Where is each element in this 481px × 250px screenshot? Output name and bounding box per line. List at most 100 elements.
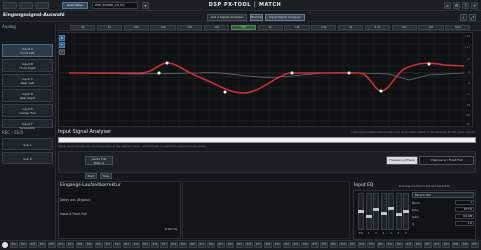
close-icon[interactable]: ✕ [471,2,478,9]
eq-row-value[interactable]: 63 Hz [455,207,474,212]
bottom-bar-cell[interactable]: B29 [273,242,282,248]
bottom-bar-cell[interactable]: B17 [160,242,169,248]
bottom-bar-cell[interactable]: B28 [263,242,272,248]
channel-cell[interactable]: 1k [257,25,283,30]
bottom-bar-cell[interactable]: B19 [179,242,188,248]
bottom-bar-cell[interactable]: B47 [442,242,451,248]
channel-cell[interactable]: 160 [150,25,176,30]
bottom-bar-cell[interactable]: B36 [339,242,347,248]
channel-cell[interactable]: 40 [70,25,96,30]
eq-row-value[interactable]: 0.0 dB [455,214,474,219]
zoom-in-icon[interactable]: + [59,42,65,48]
eq-fader[interactable] [365,193,372,230]
bottom-bar-cell[interactable]: B32 [301,242,310,248]
sidebar-item-input-f[interactable]: Input F Subwoofer [2,119,53,130]
channel-select[interactable]: Channel A / Front Full [419,156,474,165]
dropdown-icon[interactable]: ▾ [142,2,149,9]
eq-curve-svg[interactable] [59,33,474,128]
bottom-bar-cell[interactable]: B01 [10,242,18,248]
bottom-bar-cell[interactable]: B26 [245,242,253,248]
bottom-bar-cell[interactable]: B30 [282,242,291,248]
channel-cell[interactable]: 1.6k [284,25,310,30]
bottom-bar-cell[interactable]: B25 [235,242,244,248]
bottom-bar-cell[interactable]: B18 [169,242,178,248]
bottom-bar-cell[interactable]: B40 [376,242,385,248]
fader-knob[interactable] [395,213,402,217]
eq-fader[interactable] [358,193,364,230]
bottom-bar-cell[interactable]: B07 [66,242,75,248]
bottom-bar-cell[interactable]: B37 [348,242,357,248]
sidebar-item-input-c[interactable]: Input C Rear Left [2,74,53,87]
bottom-bar-cell[interactable]: B48 [451,242,460,248]
fader-knob[interactable] [380,211,387,215]
bottom-bar-cell[interactable]: B02 [19,242,28,248]
eq-fader[interactable] [380,193,387,230]
channel-cell[interactable]: 6.3k [364,25,391,30]
out-analyser-button[interactable]: Out 1 Signal Analyser [207,14,247,21]
sidebar-item-input-a[interactable]: Input A Front Left [2,44,53,57]
bottom-bar-cell[interactable]: B15 [141,242,150,248]
bottom-bar-cell[interactable]: B21 [198,242,206,248]
expand-icon[interactable]: ⤢ [469,14,476,21]
toolbar-button-2[interactable] [19,2,33,9]
frequency-response-graph[interactable]: +18 +12 +6 0 -6 -12 -18 -24 -30 [58,32,474,128]
bottom-bar-cell[interactable]: B24 [226,242,235,248]
eq-fader[interactable] [373,193,379,230]
help-icon[interactable]: ? [462,2,469,9]
preset-field[interactable]: DSP_PCMINI_CH_EQ [92,2,138,9]
sidebar-item-input-b[interactable]: Input B Front Right [2,59,53,72]
bottom-bar-cell[interactable]: B16 [151,242,159,248]
eq-fader[interactable] [388,193,394,230]
frequency-phase-button[interactable]: Frequency/Phase [386,156,418,165]
fader-knob[interactable] [365,214,372,218]
bottom-bar-cell[interactable]: B11 [104,242,112,248]
toolbar-button-1[interactable] [3,2,17,9]
sidebar-item-input-d[interactable]: Input D Rear Right [2,89,53,102]
eq-band-select[interactable]: Param. EQ [412,192,474,198]
bottom-bar-cell[interactable]: B20 [188,242,197,248]
sidebar-item-sub-l[interactable]: Sub L [2,138,53,150]
bottom-bar-cell[interactable]: B22 [207,242,216,248]
stop-button[interactable]: Stop [100,173,112,179]
bottom-bar-cell[interactable]: B43 [404,242,413,248]
bottom-bar-cell[interactable]: B06 [57,242,65,248]
auto-icon[interactable]: A [59,35,65,41]
fader-knob[interactable] [358,210,364,213]
channel-cell[interactable]: 4k [338,25,364,30]
bottom-bar-cell[interactable]: B44 [414,242,423,248]
sidebar-item-input-e[interactable]: Input E Center Full [2,104,53,117]
bottom-bar-cell[interactable]: B34 [320,242,329,248]
eq-row-value[interactable]: 1 [455,200,474,205]
channel-cell[interactable]: 630 [230,25,257,30]
bottom-bar-cell[interactable]: B50 [470,242,479,248]
channel-cell[interactable]: 10k [391,25,417,30]
bottom-bar-cell[interactable]: B42 [395,242,404,248]
eq-row-value[interactable]: 1.0 [455,221,474,226]
toolbar-active-button[interactable]: Unsichtbar [62,2,88,9]
home-icon[interactable]: ⌂ [444,2,451,9]
bottom-bar-cell[interactable]: B05 [47,242,56,248]
channel-cell[interactable]: 400 [204,25,230,30]
fader-knob[interactable] [388,206,394,210]
channel-cell[interactable]: Hold [445,25,471,30]
bottom-bar-cell[interactable]: B08 [75,242,84,248]
input-analyser-button[interactable]: Input Signal Analyser [265,14,305,21]
settings-icon[interactable]: ⚙ [453,2,460,9]
bottom-bar-cell[interactable]: B13 [122,242,131,248]
bottom-bar-cell[interactable]: B45 [423,242,432,248]
bottom-bar-cell[interactable]: B38 [357,242,366,248]
audio-full-button[interactable]: Audio Full Filter A [85,156,113,165]
bottom-bar-cell[interactable]: B49 [461,242,470,248]
sidebar-item-sub-r[interactable]: Sub R [2,152,53,164]
bottom-bar-cell[interactable]: B35 [329,242,338,248]
fader-knob[interactable] [403,210,409,213]
normal-button[interactable]: Normal [250,14,263,21]
bottom-bar-cell[interactable]: B04 [38,242,47,248]
channel-cell[interactable]: 2.5k [311,25,337,30]
bottom-bar-cell[interactable]: B27 [254,242,263,248]
bottom-bar-cell[interactable]: B39 [367,242,376,248]
channel-cell[interactable]: 16k [418,25,444,30]
info-icon[interactable]: i [460,14,467,21]
bottom-bar-cell[interactable]: B46 [433,242,441,248]
bottom-bar-cell[interactable]: B23 [216,242,225,248]
